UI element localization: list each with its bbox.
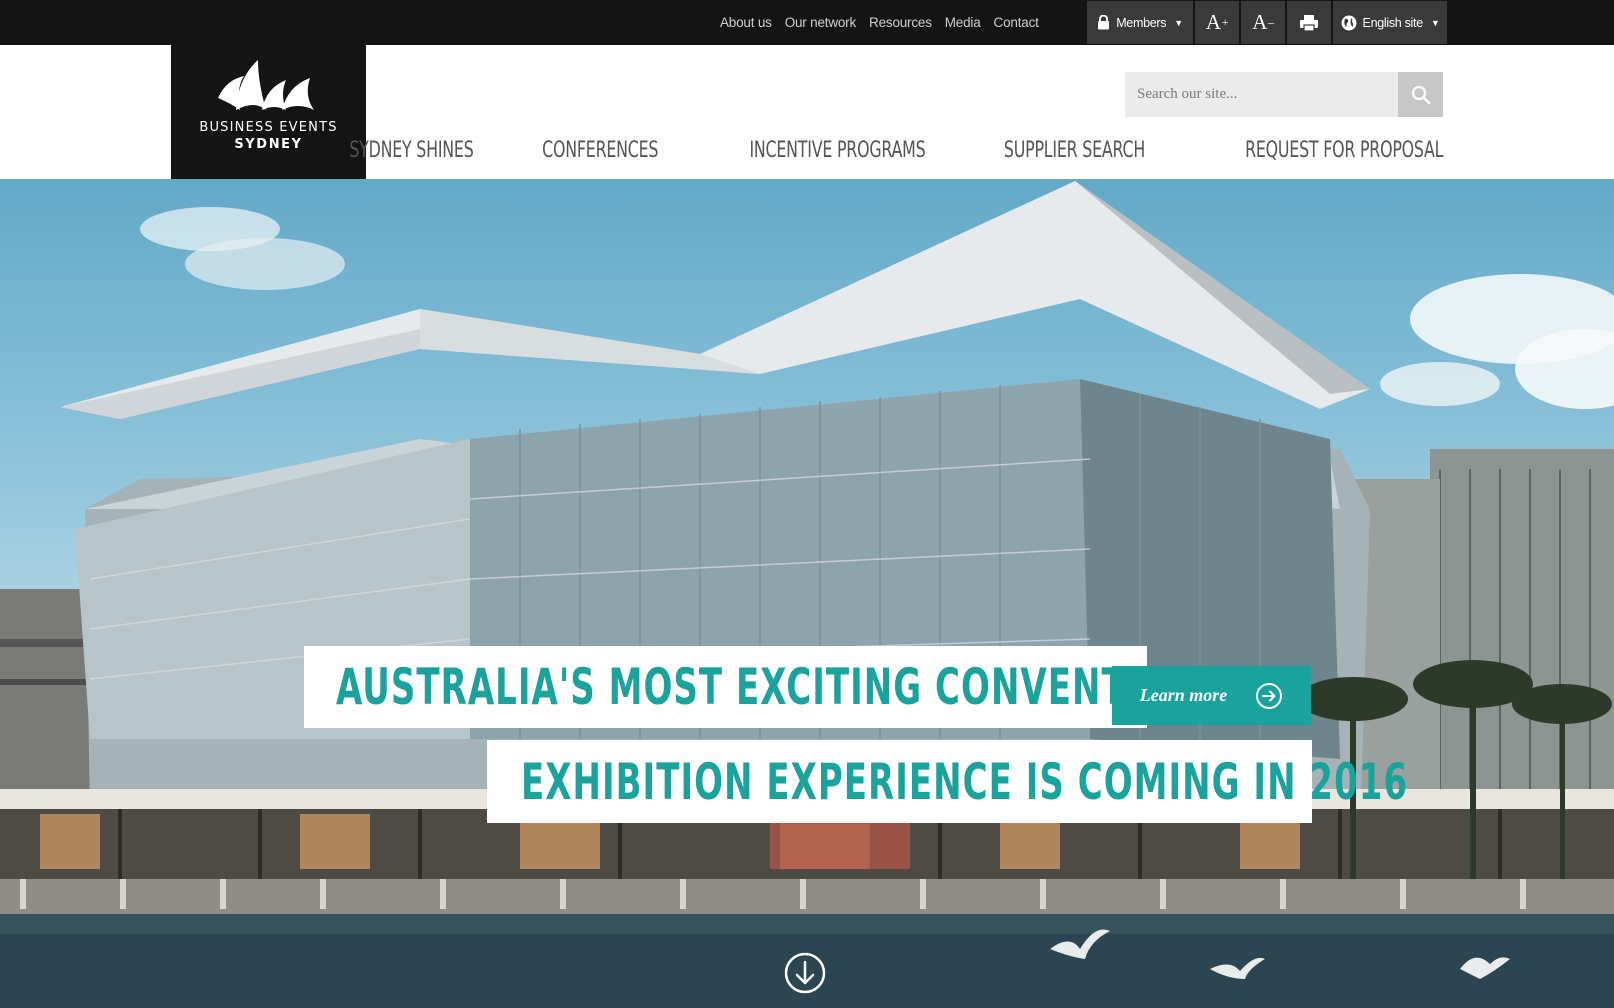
- learn-more-button[interactable]: Learn more: [1112, 666, 1311, 725]
- lock-icon: [1098, 15, 1110, 30]
- printer-icon: [1300, 14, 1318, 32]
- font-decrease-label: A: [1252, 10, 1268, 34]
- utility-link-resources[interactable]: Resources: [869, 15, 932, 30]
- language-dropdown[interactable]: English site ▼: [1333, 1, 1447, 44]
- hero-headline-line2: EXHIBITION EXPERIENCE IS COMING IN 2016: [487, 740, 1407, 823]
- minus-icon: –: [1268, 15, 1274, 29]
- nav-item-conferences[interactable]: CONFERENCES: [542, 138, 658, 163]
- chevron-down-icon: ▼: [1174, 17, 1183, 28]
- utility-links: About us Our network Resources Media Con…: [720, 0, 1039, 45]
- utility-link-our-network[interactable]: Our network: [785, 15, 857, 30]
- nav-item-request-for-proposal[interactable]: REQUEST FOR PROPOSAL: [1245, 138, 1443, 163]
- search-icon: [1411, 85, 1430, 104]
- search-input[interactable]: [1125, 72, 1398, 117]
- nav-item-incentive-programs[interactable]: INCENTIVE PROGRAMS: [750, 138, 926, 163]
- hero-headline-line1: AUSTRALIA'S MOST EXCITING CONVENTION &: [304, 646, 1241, 728]
- site-search: [1125, 72, 1443, 117]
- nav-item-sydney-shines[interactable]: SYDNEY SHINES: [350, 138, 474, 163]
- utility-bar: About us Our network Resources Media Con…: [0, 0, 1614, 45]
- arrow-right-circle-icon: [1256, 682, 1283, 709]
- utility-tools: Members ▼ A + A – English site ▼: [1087, 1, 1447, 44]
- opera-house-logo-icon: [217, 60, 314, 110]
- font-decrease-button[interactable]: A –: [1241, 1, 1285, 44]
- hero-headline-line2-text: EXHIBITION EXPERIENCE IS COMING IN 2016: [521, 752, 1409, 811]
- learn-more-label: Learn more: [1139, 685, 1228, 705]
- chevron-down-icon: ▼: [1430, 17, 1440, 28]
- font-increase-label: A: [1205, 10, 1221, 34]
- globe-icon: [1341, 15, 1357, 30]
- print-button[interactable]: [1287, 1, 1331, 44]
- scroll-down-arrow-icon[interactable]: [783, 951, 827, 995]
- hero-background-image: [0, 181, 1614, 1008]
- members-label: Members: [1116, 15, 1167, 30]
- plus-icon: +: [1221, 15, 1229, 29]
- font-increase-button[interactable]: A +: [1195, 1, 1239, 44]
- nav-item-supplier-search[interactable]: SUPPLIER SEARCH: [1004, 138, 1145, 163]
- members-dropdown[interactable]: Members ▼: [1087, 1, 1193, 44]
- language-label: English site: [1362, 15, 1424, 30]
- main-navigation: SYDNEY SHINES CONFERENCES INCENTIVE PROG…: [301, 132, 1444, 168]
- utility-link-media[interactable]: Media: [945, 15, 981, 30]
- utility-link-contact[interactable]: Contact: [994, 15, 1039, 30]
- logo-text-line2: SYDNEY: [234, 137, 303, 152]
- hero-banner: AUSTRALIA'S MOST EXCITING CONVENTION & E…: [0, 179, 1614, 1008]
- hero-headline-line1-text: AUSTRALIA'S MOST EXCITING CONVENTION &: [336, 658, 1243, 716]
- utility-link-about-us[interactable]: About us: [720, 15, 772, 30]
- search-button[interactable]: [1398, 72, 1443, 117]
